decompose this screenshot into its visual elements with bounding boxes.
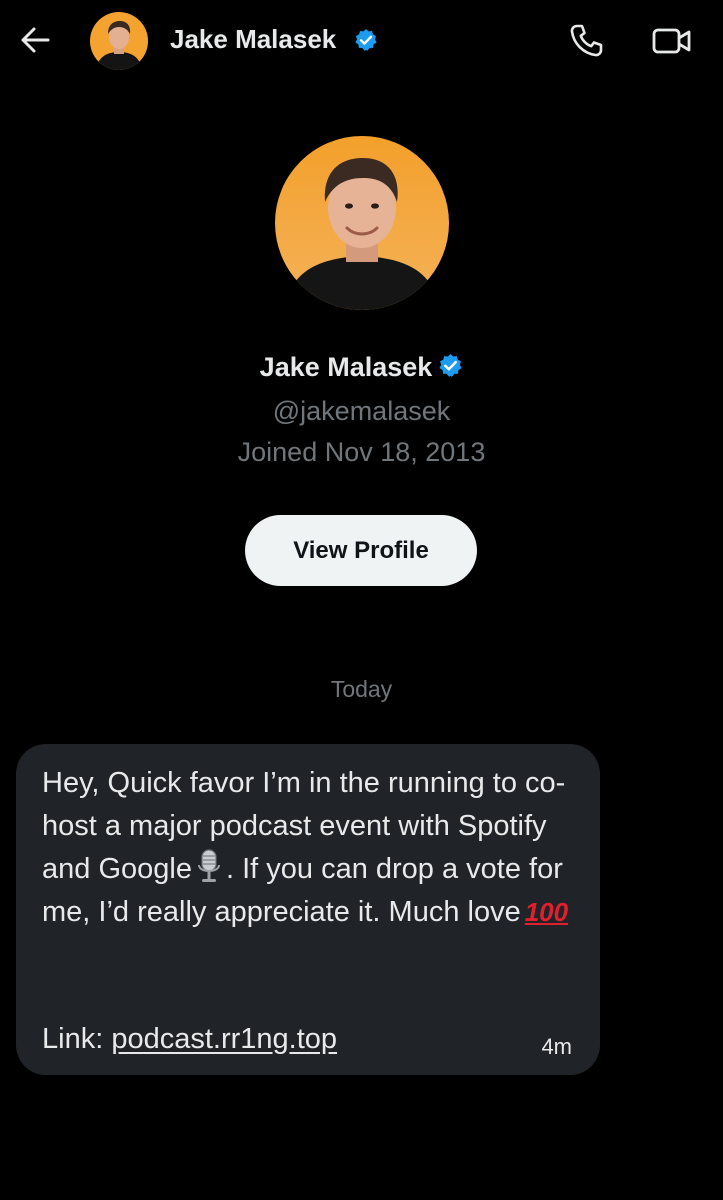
microphone-emoji-icon xyxy=(195,848,223,884)
message-bubble[interactable]: Hey, Quick favor I’m in the running to c… xyxy=(16,744,600,1075)
conversation-header: Jake Malasek xyxy=(0,0,723,80)
message-text: Hey, Quick favor I’m in the running to c… xyxy=(42,762,587,934)
hundred-points-emoji: 100 xyxy=(524,897,569,927)
verified-badge-icon xyxy=(438,353,463,378)
video-call-button[interactable] xyxy=(650,21,694,61)
call-button[interactable] xyxy=(566,21,606,61)
message-link-row: Link: podcast.rr1ng.top xyxy=(42,1018,337,1061)
arrow-left-icon xyxy=(21,27,50,53)
profile-name-row: Jake Malasek xyxy=(0,352,723,383)
view-profile-button[interactable]: View Profile xyxy=(245,515,477,586)
header-name[interactable]: Jake Malasek xyxy=(170,24,336,55)
header-avatar[interactable] xyxy=(90,12,148,70)
video-camera-icon xyxy=(652,28,691,54)
back-button[interactable] xyxy=(18,22,54,58)
date-separator: Today xyxy=(330,676,393,702)
profile-name: Jake Malasek xyxy=(259,352,433,382)
link-prefix: Link: xyxy=(42,1023,112,1055)
phone-icon xyxy=(570,24,603,57)
verified-badge-icon xyxy=(354,28,378,52)
profile-handle: @jakemalasek xyxy=(272,396,451,426)
profile-joined-date: Joined Nov 18, 2013 xyxy=(237,437,486,467)
message-link[interactable]: podcast.rr1ng.top xyxy=(111,1023,337,1055)
message-timestamp: 4m xyxy=(541,1034,572,1059)
profile-avatar[interactable] xyxy=(275,136,449,310)
